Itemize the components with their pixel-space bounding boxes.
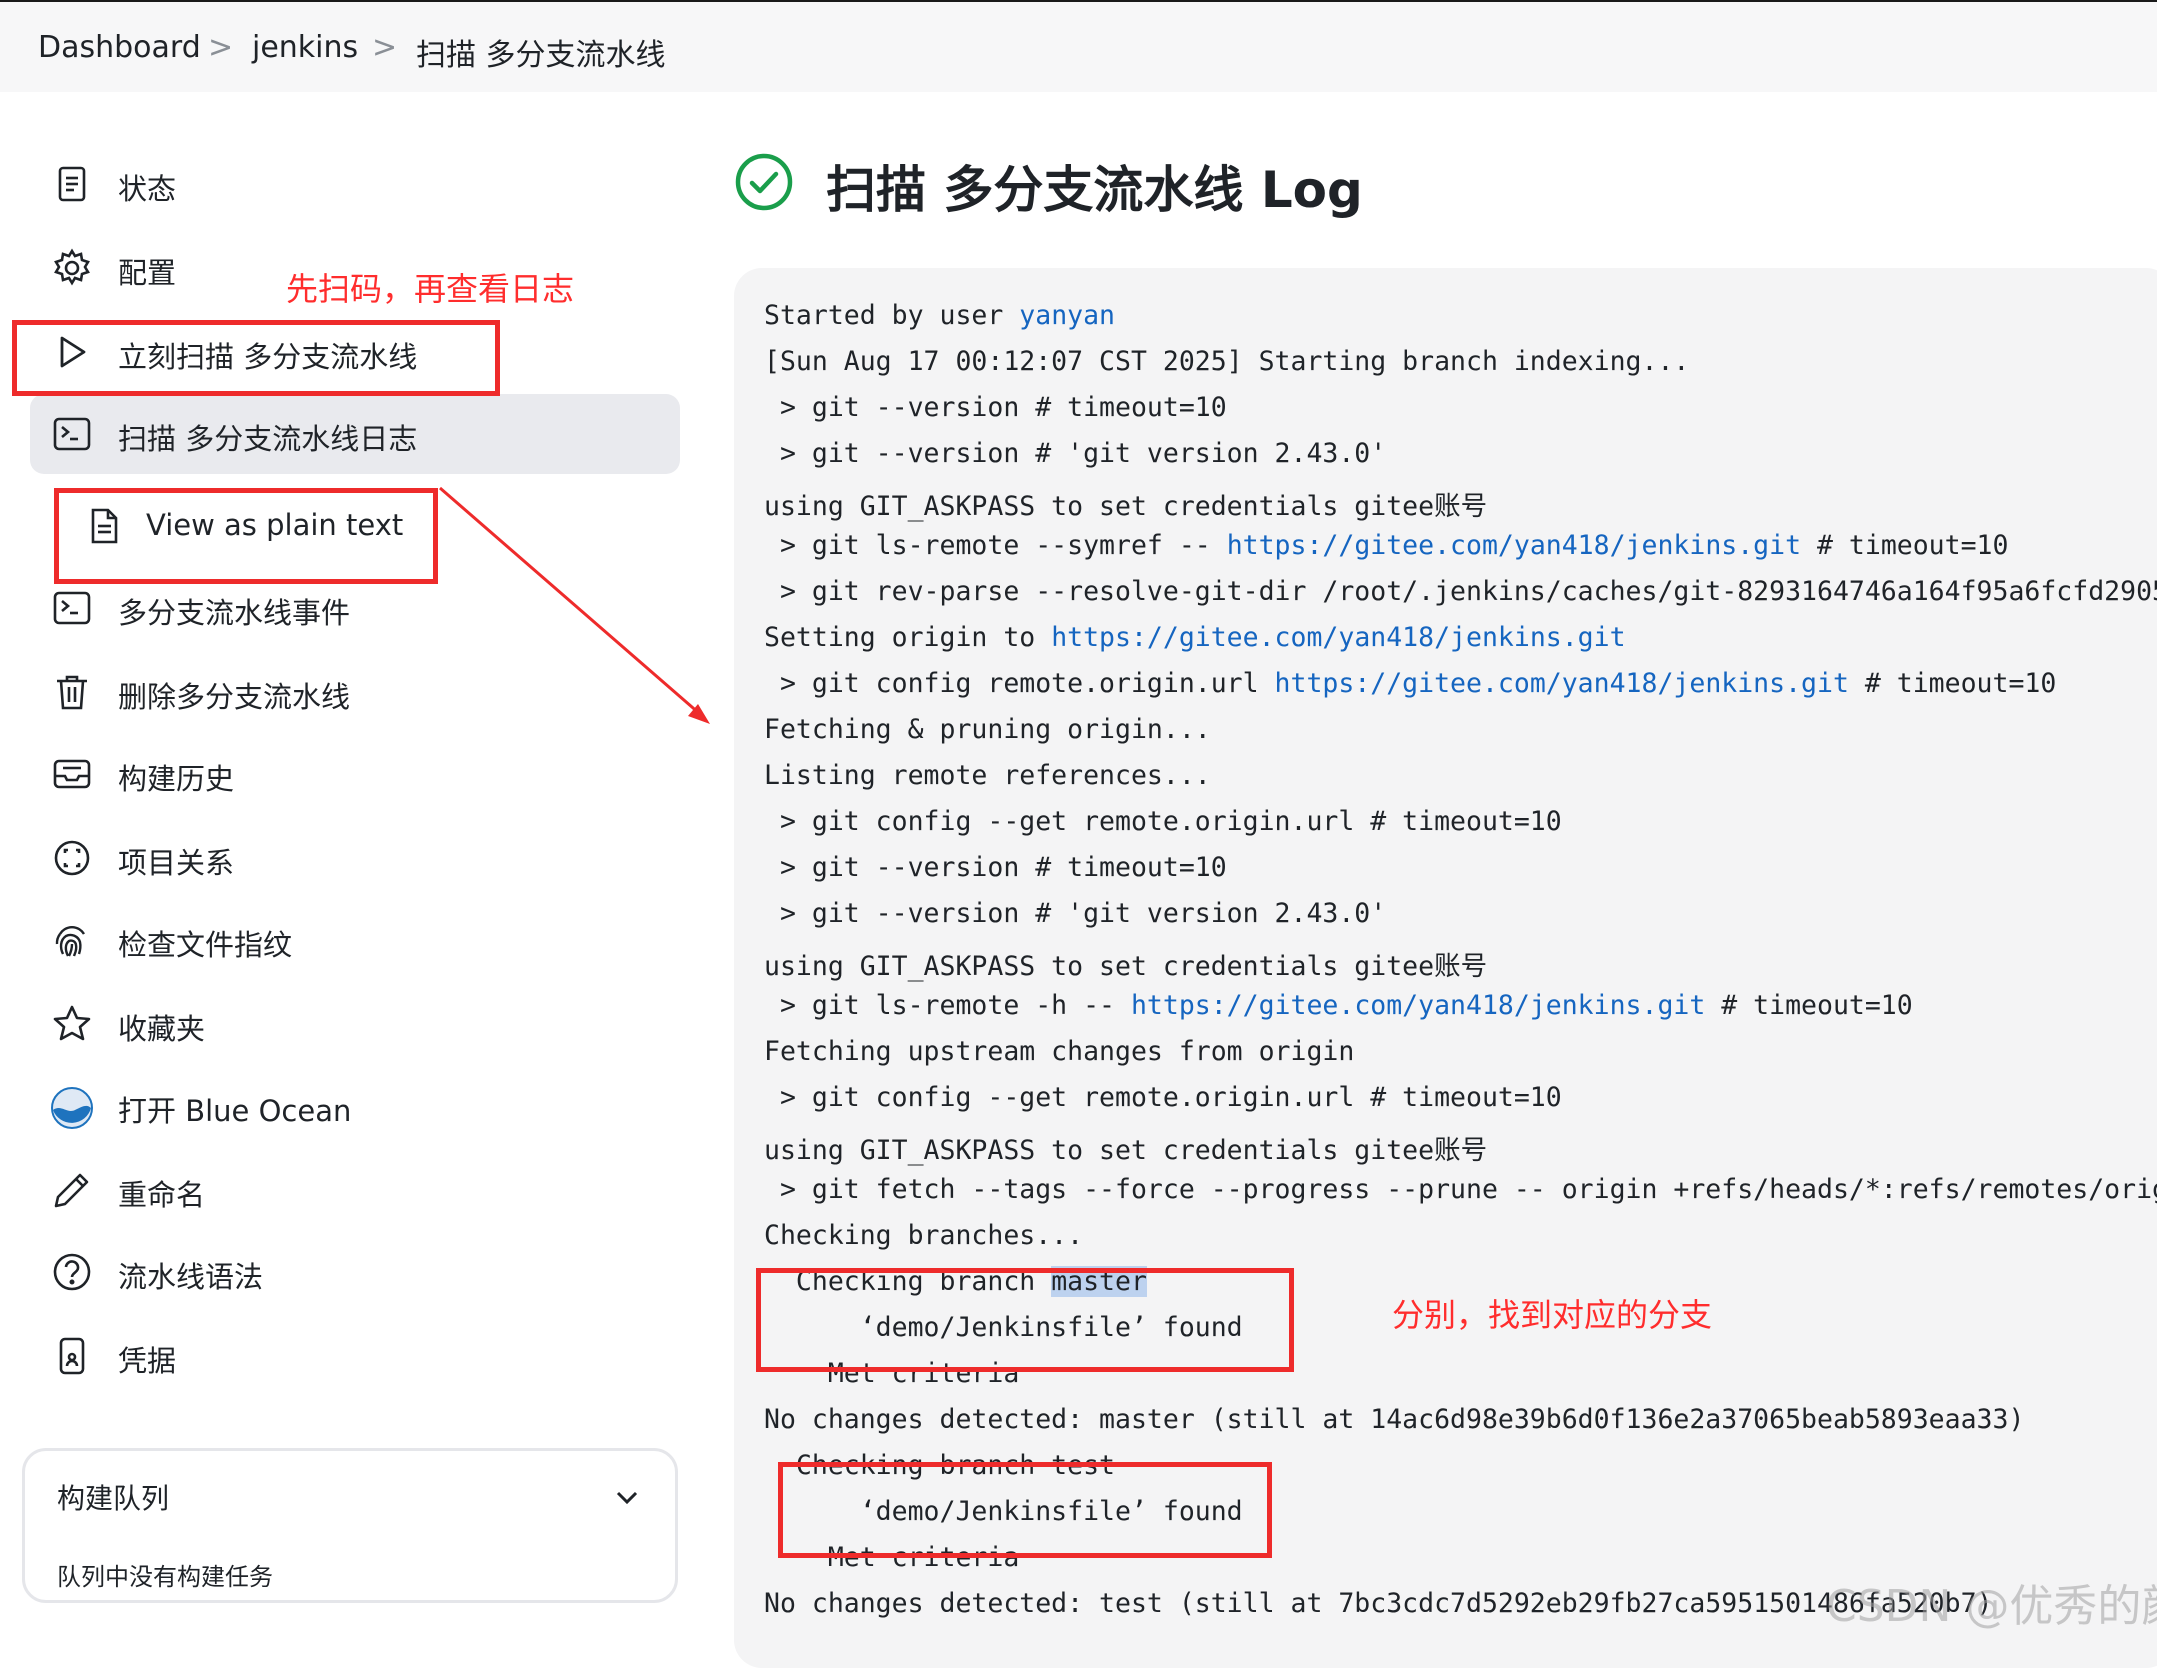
star-icon [53,1005,91,1041]
build-queue-empty: 队列中没有构建任务 [57,1563,273,1591]
log-line: No changes detected: master (still at 14… [764,1404,2025,1435]
sidebar-item-label: 状态 [118,172,177,206]
pencil-icon [54,1173,89,1208]
chevron-down-icon[interactable] [611,1481,643,1513]
log-line: No changes detected: test (still at 7bc3… [764,1588,1993,1619]
console-output: Started by user yanyan [Sun Aug 17 00:12… [734,268,2157,1668]
log-line: Checking branches... [764,1220,1084,1251]
annotation-note-scan: 先扫码，再查看日志 [286,270,575,308]
sidebar-item-label: 重命名 [118,1178,206,1212]
log-line: Fetching upstream changes from origin [764,1036,1355,1067]
annotation-box-scan-now [12,320,500,396]
log-line: using GIT_ASKPASS to set credentials git… [764,1135,1488,1166]
log-line: using GIT_ASKPASS to set credentials git… [764,951,1488,982]
log-line: > git --version # 'git version 2.43.0' [764,438,1387,469]
chevron-right-icon: > [208,30,234,65]
sidebar-item-label: 配置 [118,256,177,290]
sidebar-item-label: 扫描 多分支流水线日志 [118,422,418,456]
breadcrumb-dashboard[interactable]: Dashboard [38,30,201,65]
log-line: Setting origin to https://gitee.com/yan4… [764,622,1626,653]
log-line: > git --version # timeout=10 [764,852,1227,883]
sidebar-item-label: 删除多分支流水线 [118,680,351,714]
sidebar-item-label: 凭据 [118,1344,177,1378]
terminal-icon [53,417,91,451]
sidebar-item-label: 检查文件指纹 [118,928,293,962]
watermark: CSDN @优秀的颜 [1826,1581,2157,1632]
gear-icon [54,248,90,286]
chevron-right-icon: > [372,30,398,65]
log-line: > git config --get remote.origin.url # t… [764,806,1562,837]
log-line: Fetching & pruning origin... [764,714,1211,745]
breadcrumb-jenkins[interactable]: jenkins [252,30,358,65]
document-icon [58,166,86,202]
success-check-icon [735,153,793,211]
user-link[interactable]: yanyan [1019,300,1115,331]
log-line: > git config remote.origin.url https://g… [764,668,2057,699]
annotation-note-branches: 分别，找到对应的分支 [1392,1296,1713,1334]
sidebar-item-label: 流水线语法 [118,1260,264,1294]
sidebar-item-label: 打开 Blue Ocean [118,1094,352,1128]
fingerprint-icon [55,926,86,957]
repo-link[interactable]: https://gitee.com/yan418/jenkins.git [1275,668,1849,699]
help-circle-icon [53,1253,91,1291]
blue-ocean-icon [51,1087,93,1129]
annotation-box-test [778,1462,1272,1558]
breadcrumb-current: 扫描 多分支流水线 [416,38,666,73]
repo-link[interactable]: https://gitee.com/yan418/jenkins.git [1051,622,1625,653]
breadcrumb: Dashboard > jenkins > 扫描 多分支流水线 [0,0,2157,92]
log-line: Listing remote references... [764,760,1211,791]
repo-link[interactable]: https://gitee.com/yan418/jenkins.git [1131,990,1705,1021]
phone-id-icon [59,1337,85,1375]
build-queue-title: 构建队列 [57,1482,170,1515]
sidebar-item-label: 收藏夹 [118,1012,206,1046]
log-line: > git ls-remote --symref -- https://gite… [764,530,2009,561]
circle-dashed-icon [54,840,90,876]
annotation-box-plain-text [54,488,438,584]
trash-icon [57,675,87,710]
inbox-icon [53,759,91,789]
log-line: > git --version # timeout=10 [764,392,1227,423]
annotation-box-master [756,1268,1294,1372]
sidebar-item-label: 多分支流水线事件 [118,596,351,630]
log-line: [Sun Aug 17 00:12:07 CST 2025] Starting … [764,346,1690,377]
log-line: > git fetch --tags --force --progress --… [764,1174,2157,1205]
terminal-icon [53,591,91,625]
log-line: using GIT_ASKPASS to set credentials git… [764,491,1488,522]
log-line: Started by user yanyan [764,300,1116,331]
log-line: > git --version # 'git version 2.43.0' [764,898,1387,929]
log-line: > git ls-remote -h -- https://gitee.com/… [764,990,1913,1021]
repo-link[interactable]: https://gitee.com/yan418/jenkins.git [1227,530,1801,561]
page-title: 扫描 多分支流水线 Log [826,161,1363,219]
sidebar-item-label: 构建历史 [118,762,235,796]
log-line: > git rev-parse --resolve-git-dir /root/… [764,576,2157,607]
sidebar-item-label: 项目关系 [118,846,235,880]
log-line: > git config --get remote.origin.url # t… [764,1082,1562,1113]
build-queue-panel: 构建队列 队列中没有构建任务 [22,1448,678,1603]
